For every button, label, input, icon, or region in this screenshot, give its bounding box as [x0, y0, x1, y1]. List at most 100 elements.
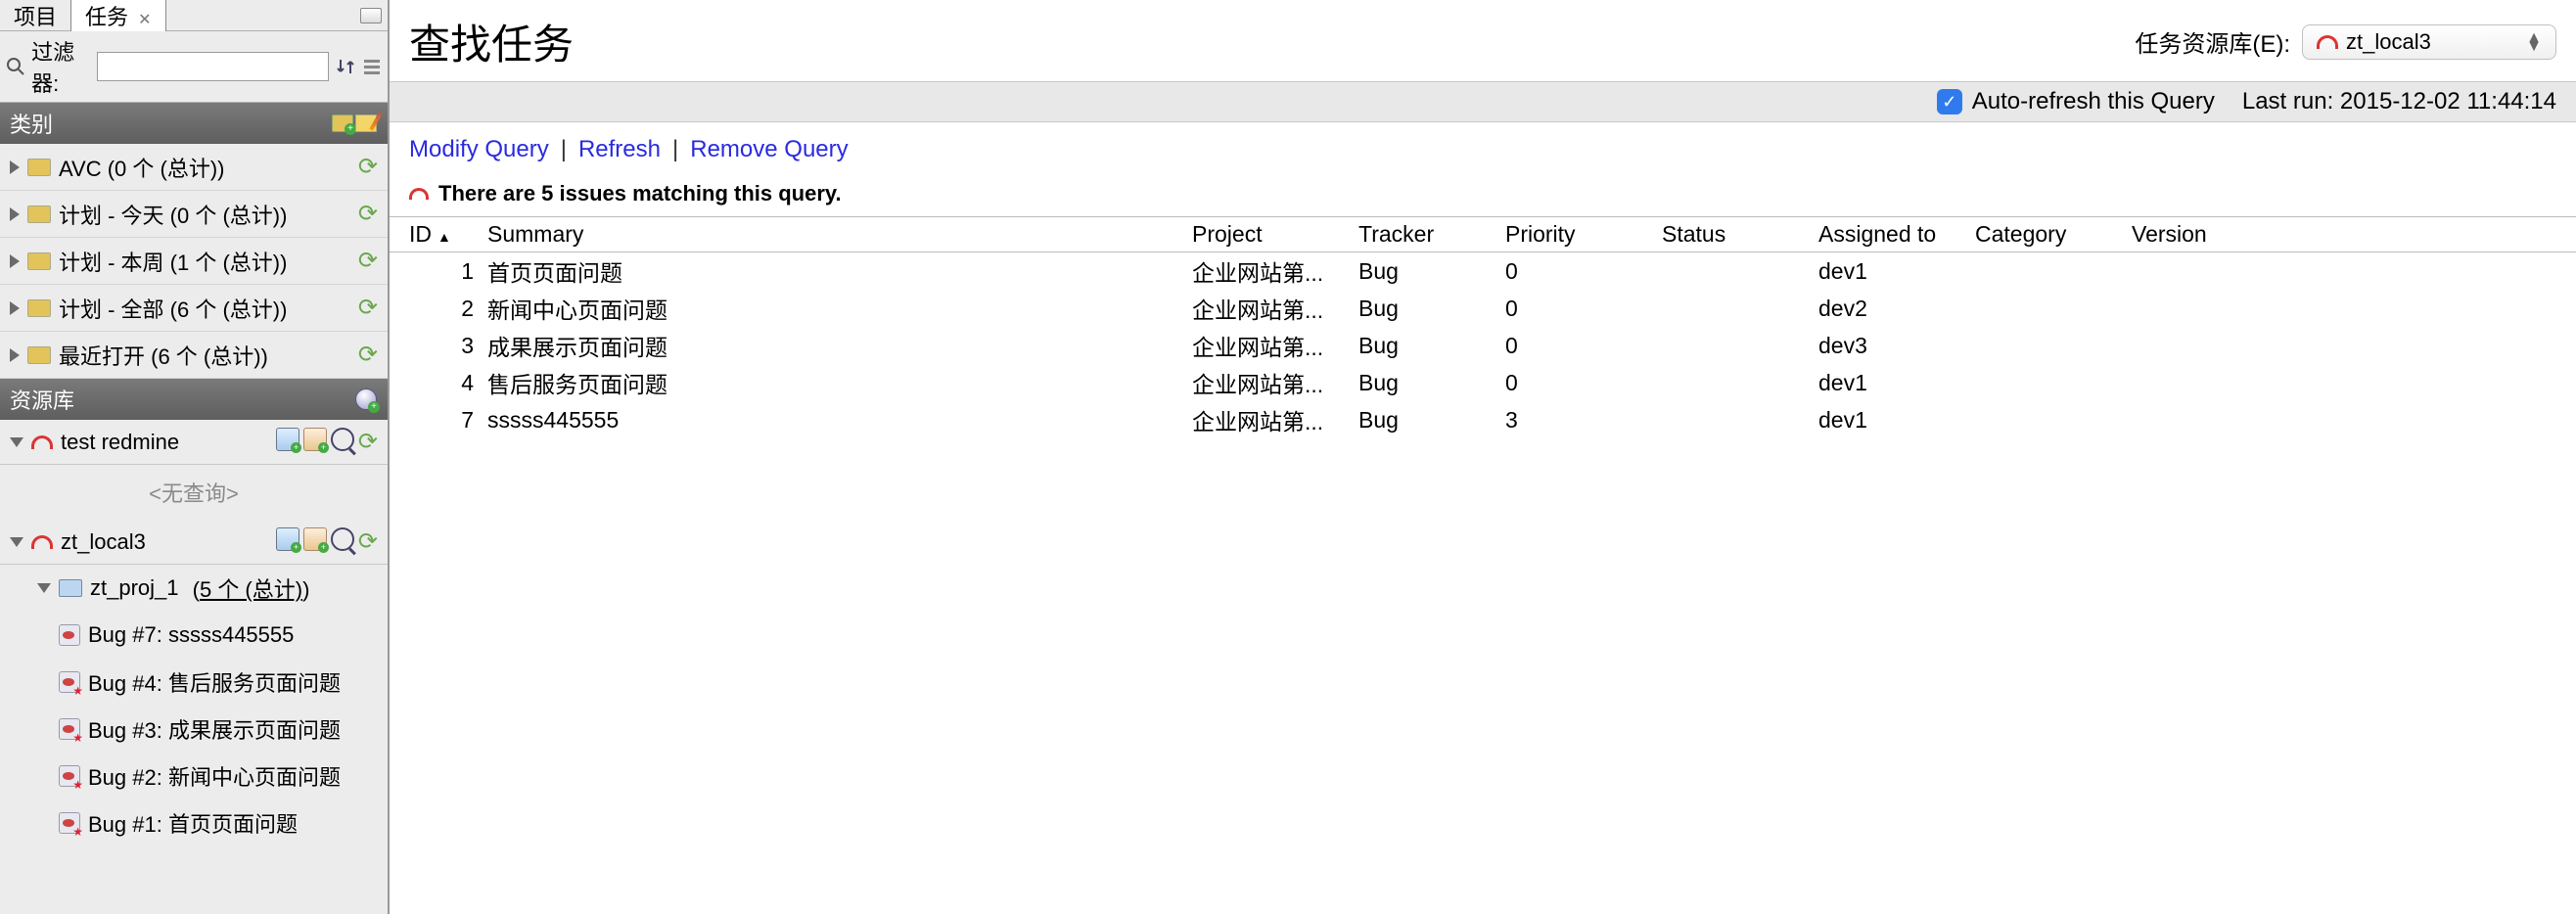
category-label: 最近打开 (6 个 (总计))	[59, 340, 268, 371]
redmine-icon	[31, 535, 53, 549]
col-priority[interactable]: Priority	[1505, 221, 1662, 248]
repo-zt-local3[interactable]: zt_local3 ⟳	[0, 520, 388, 565]
category-avc[interactable]: AVC (0 个 (总计)) ⟳	[0, 144, 388, 191]
cell-id: 3	[409, 333, 487, 359]
task-item[interactable]: Bug #4: 售后服务页面问题	[0, 659, 388, 706]
search-repo-icon[interactable]	[331, 428, 354, 451]
col-version[interactable]: Version	[2132, 221, 2288, 248]
task-item[interactable]: Bug #2: 新闻中心页面问题	[0, 753, 388, 800]
category-plan-today[interactable]: 计划 - 今天 (0 个 (总计)) ⟳	[0, 191, 388, 238]
sidebar: 项目 任务 ✕ 过滤器: 类别 AVC (0 个 (总计)) ⟳	[0, 0, 390, 914]
task-item[interactable]: Bug #7: sssss445555	[0, 612, 388, 659]
bug-icon	[59, 718, 80, 740]
close-icon[interactable]: ✕	[138, 12, 151, 28]
view-tabs: 项目 任务 ✕	[0, 0, 388, 31]
edit-category-button[interactable]	[354, 112, 378, 135]
sort-icon[interactable]	[335, 55, 356, 78]
search-repo-icon[interactable]	[331, 527, 354, 551]
folder-icon	[27, 299, 51, 317]
new-category-button[interactable]	[331, 112, 354, 135]
refresh-icon[interactable]: ⟳	[358, 527, 378, 556]
table-row[interactable]: 7sssss445555企业网站第...Bug3dev1	[390, 401, 2576, 438]
category-plan-week[interactable]: 计划 - 本周 (1 个 (总计)) ⟳	[0, 238, 388, 285]
repo-test-redmine[interactable]: test redmine ⟳	[0, 420, 388, 465]
cell-assigned: dev1	[1818, 407, 1975, 434]
repo-selected-value: zt_local3	[2346, 29, 2431, 55]
project-count: (5 个 (总计))	[187, 572, 310, 604]
cell-summary: sssss445555	[487, 407, 1192, 434]
repo-selector[interactable]: zt_local3 ▲▼	[2302, 24, 2556, 60]
folder-icon	[27, 159, 51, 176]
col-project[interactable]: Project	[1192, 221, 1358, 248]
minimize-view-button[interactable]	[360, 8, 382, 23]
category-recent[interactable]: 最近打开 (6 个 (总计)) ⟳	[0, 332, 388, 379]
new-query-icon[interactable]	[303, 428, 327, 451]
main-header: 查找任务 任务资源库(E): zt_local3 ▲▼	[390, 0, 2576, 81]
modify-query-link[interactable]: Modify Query	[409, 136, 549, 163]
tab-tasks[interactable]: 任务 ✕	[70, 0, 166, 35]
refresh-query-link[interactable]: Refresh	[578, 136, 661, 163]
new-task-icon[interactable]	[276, 527, 299, 551]
cell-tracker: Bug	[1358, 296, 1505, 322]
view-menu-icon[interactable]	[362, 55, 382, 78]
no-query-label: <无查询>	[0, 465, 388, 520]
cell-project: 企业网站第...	[1192, 366, 1358, 399]
refresh-icon[interactable]: ⟳	[358, 341, 378, 369]
cell-priority: 0	[1505, 258, 1662, 285]
cell-tracker: Bug	[1358, 333, 1505, 359]
col-summary[interactable]: Summary	[487, 221, 1192, 248]
repo-name: test redmine	[61, 430, 179, 455]
folder-icon	[59, 579, 82, 597]
col-status[interactable]: Status	[1662, 221, 1818, 248]
refresh-icon[interactable]: ⟳	[358, 294, 378, 322]
category-plan-all[interactable]: 计划 - 全部 (6 个 (总计)) ⟳	[0, 285, 388, 332]
match-info: There are 5 issues matching this query.	[390, 177, 2576, 216]
search-icon	[6, 55, 25, 78]
task-label: Bug #4: 售后服务页面问题	[88, 666, 341, 698]
refresh-icon[interactable]: ⟳	[358, 247, 378, 275]
collapse-icon	[37, 583, 51, 593]
refresh-icon[interactable]: ⟳	[358, 428, 378, 456]
filter-input[interactable]	[97, 52, 329, 81]
main-panel: 查找任务 任务资源库(E): zt_local3 ▲▼ ✓ Auto-refre…	[390, 0, 2576, 914]
table-row[interactable]: 3成果展示页面问题企业网站第...Bug0dev3	[390, 327, 2576, 364]
col-category[interactable]: Category	[1975, 221, 2132, 248]
lastrun-label: Last run:	[2242, 88, 2333, 114]
col-tracker[interactable]: Tracker	[1358, 221, 1505, 248]
remove-query-link[interactable]: Remove Query	[690, 136, 848, 163]
category-label: AVC (0 个 (总计))	[59, 152, 224, 183]
collapse-icon	[10, 437, 23, 447]
new-query-icon[interactable]	[303, 527, 327, 551]
tab-project[interactable]: 项目	[0, 0, 70, 35]
table-row[interactable]: 2新闻中心页面问题企业网站第...Bug0dev2	[390, 290, 2576, 327]
cell-id: 2	[409, 296, 487, 322]
col-assigned[interactable]: Assigned to	[1818, 221, 1975, 248]
tab-tasks-label: 任务	[85, 5, 128, 29]
lastrun-value: 2015-12-02 11:44:14	[2340, 88, 2556, 114]
table-row[interactable]: 4售后服务页面问题企业网站第...Bug0dev1	[390, 364, 2576, 401]
task-item[interactable]: Bug #1: 首页页面问题	[0, 800, 388, 846]
repositories-title: 资源库	[10, 384, 74, 415]
match-message: There are 5 issues matching this query.	[438, 181, 842, 206]
refresh-icon[interactable]: ⟳	[358, 153, 378, 181]
add-repo-button[interactable]	[354, 388, 378, 411]
cell-project: 企业网站第...	[1192, 403, 1358, 436]
project-count-link[interactable]: 5 个 (总计)	[200, 577, 302, 602]
refresh-icon[interactable]: ⟳	[358, 200, 378, 228]
bug-icon	[59, 671, 80, 693]
expand-icon	[10, 160, 20, 174]
category-label: 计划 - 今天 (0 个 (总计))	[59, 199, 287, 230]
query-meta-bar: ✓ Auto-refresh this Query Last run: 2015…	[390, 81, 2576, 122]
repositories-header: 资源库	[0, 379, 388, 420]
task-item[interactable]: Bug #3: 成果展示页面问题	[0, 706, 388, 753]
redmine-icon	[31, 435, 53, 449]
table-row[interactable]: 1首页页面问题企业网站第...Bug0dev1	[390, 252, 2576, 290]
autorefresh-checkbox[interactable]: ✓	[1937, 89, 1962, 114]
col-id[interactable]: ID▲	[409, 221, 487, 248]
new-task-icon[interactable]	[276, 428, 299, 451]
table-header: ID▲ Summary Project Tracker Priority Sta…	[390, 216, 2576, 252]
cell-assigned: dev1	[1818, 258, 1975, 285]
project-name: zt_proj_1	[90, 575, 179, 601]
repo-selector-label: 任务资源库(E):	[2135, 24, 2290, 59]
project-zt-proj-1[interactable]: zt_proj_1 (5 个 (总计))	[0, 565, 388, 612]
